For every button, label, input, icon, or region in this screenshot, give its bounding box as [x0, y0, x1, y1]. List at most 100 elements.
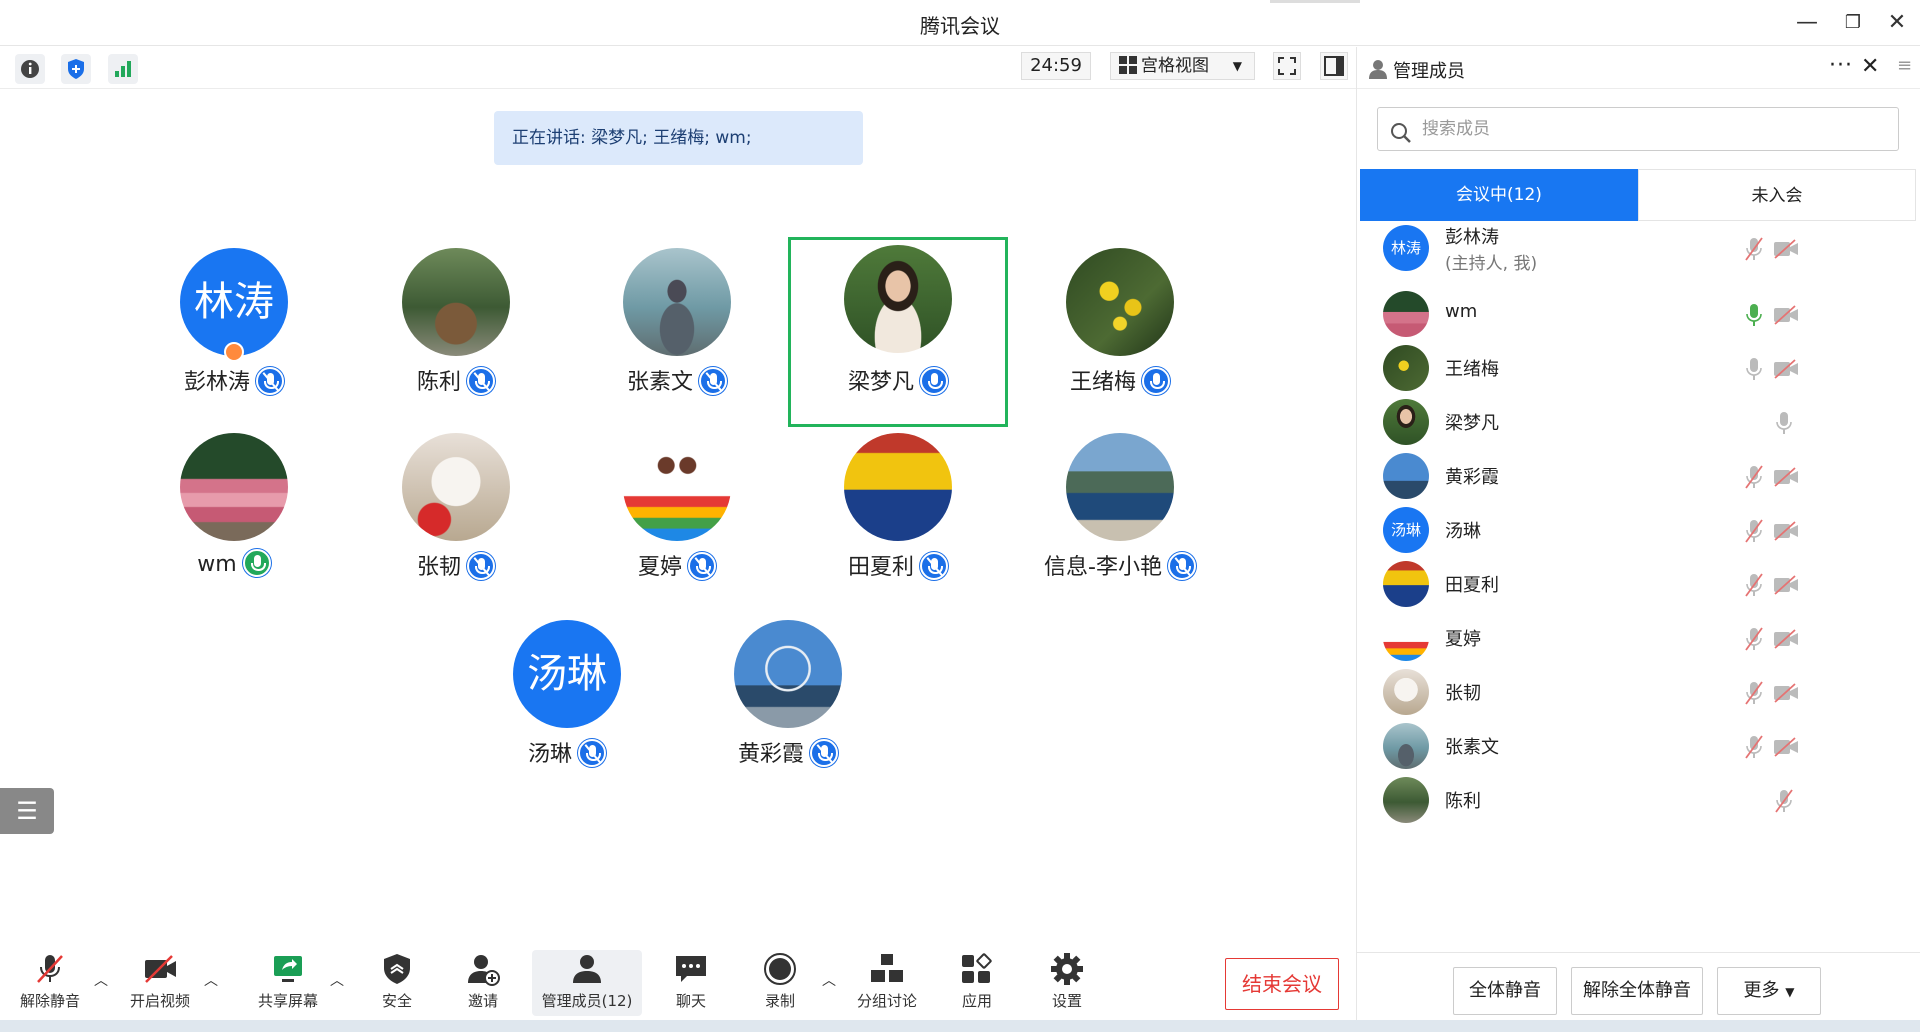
- view-mode-label: 宫格视图: [1141, 56, 1209, 76]
- avatar: [1066, 248, 1174, 356]
- share-screen-button[interactable]: 共享屏幕: [250, 952, 326, 1011]
- mic-muted-icon: [688, 552, 716, 580]
- panel-menu-icon[interactable]: ≡: [1897, 55, 1912, 76]
- chevron-down-icon: ▼: [1232, 59, 1242, 73]
- mic-muted-icon[interactable]: [1745, 681, 1763, 705]
- member-row[interactable]: 陈利: [1357, 767, 1917, 833]
- window-title: 腾讯会议: [920, 14, 1000, 38]
- mic-muted-icon[interactable]: [1745, 627, 1763, 651]
- video-off-icon[interactable]: [1773, 737, 1799, 757]
- participant-tile[interactable]: 张素文: [567, 240, 787, 430]
- video-off-icon[interactable]: [1773, 359, 1799, 379]
- close-icon[interactable]: ✕: [1884, 10, 1910, 36]
- participant-tile-active[interactable]: 梁梦凡: [788, 237, 1008, 427]
- manage-members-button[interactable]: 管理成员(12): [532, 952, 642, 1011]
- fullscreen-icon[interactable]: [1273, 52, 1301, 80]
- participant-tile[interactable]: 信息-李小艳: [1010, 425, 1230, 615]
- member-name: 张素文: [1445, 737, 1499, 758]
- mic-icon[interactable]: [1745, 303, 1763, 327]
- participant-tile[interactable]: 王绪梅: [1010, 240, 1230, 430]
- chat-button[interactable]: 聊天: [666, 952, 716, 1011]
- participant-tile[interactable]: 林涛 彭林涛: [124, 240, 344, 430]
- member-row[interactable]: 林涛 彭林涛 (主持人, 我): [1357, 215, 1917, 281]
- unmute-all-button[interactable]: 解除全体静音: [1571, 967, 1703, 1015]
- video-off-icon[interactable]: [1773, 305, 1799, 325]
- member-avatar: [1383, 561, 1429, 607]
- signal-icon[interactable]: [108, 54, 138, 84]
- participant-tile[interactable]: 张韧: [346, 425, 566, 615]
- mic-options-chevron-icon[interactable]: ︿: [94, 970, 108, 990]
- share-options-chevron-icon[interactable]: ︿: [330, 970, 344, 990]
- record-button[interactable]: 录制: [755, 952, 805, 1011]
- close-panel-icon[interactable]: ✕: [1861, 54, 1879, 79]
- participant-tile[interactable]: 黄彩霞: [678, 612, 898, 802]
- avatar: [402, 433, 510, 541]
- mic-active-icon: [920, 367, 948, 395]
- mic-muted-icon[interactable]: [1745, 735, 1763, 759]
- chevron-down-icon: ▼: [1785, 985, 1795, 999]
- member-avatar: [1383, 453, 1429, 499]
- more-icon[interactable]: ···: [1829, 53, 1853, 78]
- mic-muted-icon: [467, 367, 495, 395]
- members-panel: 管理成员 ··· ✕ ≡ 搜索成员 会议中(12) 未入会 林涛 彭林涛 (主持人,…: [1356, 47, 1920, 1032]
- invite-label: 邀请: [467, 992, 498, 1010]
- view-mode-dropdown[interactable]: 宫格视图 ▼: [1110, 52, 1255, 80]
- restore-icon[interactable]: ❐: [1840, 10, 1866, 36]
- mic-icon[interactable]: [1775, 411, 1793, 435]
- search-input[interactable]: 搜索成员: [1377, 107, 1899, 151]
- video-off-icon[interactable]: [1773, 629, 1799, 649]
- sidebar-toggle-icon[interactable]: [1320, 52, 1348, 80]
- participant-tile[interactable]: 夏婷: [567, 425, 787, 615]
- video-options-chevron-icon[interactable]: ︿: [204, 970, 218, 990]
- unmute-button[interactable]: 解除静音: [15, 952, 85, 1011]
- security-shield-icon[interactable]: [61, 54, 91, 84]
- avatar: [734, 620, 842, 728]
- members-icon: [1367, 58, 1389, 84]
- mic-icon[interactable]: [1745, 357, 1763, 381]
- security-label: 安全: [381, 992, 412, 1010]
- participant-tile[interactable]: 陈利: [346, 240, 566, 430]
- video-off-icon[interactable]: [1773, 683, 1799, 703]
- participant-tile[interactable]: wm: [124, 425, 344, 615]
- manage-members-label: 管理成员(12): [541, 992, 633, 1010]
- participant-list-icon[interactable]: ☰: [0, 788, 54, 834]
- breakout-button[interactable]: 分组讨论: [852, 952, 922, 1011]
- title-shadow: [1270, 0, 1360, 3]
- gear-icon: [1049, 952, 1085, 986]
- video-off-icon[interactable]: [1773, 239, 1799, 259]
- mic-muted-icon[interactable]: [1745, 573, 1763, 597]
- tab-in-meeting[interactable]: 会议中(12): [1360, 169, 1638, 221]
- info-icon[interactable]: [15, 54, 45, 84]
- mic-muted-icon[interactable]: [1745, 237, 1763, 261]
- security-button[interactable]: 安全: [372, 952, 422, 1011]
- settings-button[interactable]: 设置: [1042, 952, 1092, 1011]
- record-icon: [762, 952, 798, 986]
- member-avatar: [1383, 777, 1429, 823]
- video-off-icon: [142, 952, 178, 986]
- invite-button[interactable]: 邀请: [458, 952, 508, 1011]
- mute-all-button[interactable]: 全体静音: [1453, 967, 1557, 1015]
- more-dropdown-button[interactable]: 更多 ▼: [1717, 967, 1821, 1015]
- start-video-button[interactable]: 开启视频: [125, 952, 195, 1011]
- mic-muted-icon[interactable]: [1745, 519, 1763, 543]
- member-name: wm: [1445, 301, 1478, 322]
- participant-tile[interactable]: 汤琳 汤琳: [457, 612, 677, 802]
- participant-tile[interactable]: 田夏利: [788, 425, 1008, 615]
- mic-muted-icon[interactable]: [1745, 465, 1763, 489]
- host-icon: [224, 342, 244, 362]
- video-off-icon[interactable]: [1773, 467, 1799, 487]
- mic-muted-icon[interactable]: [1775, 789, 1793, 813]
- end-meeting-button[interactable]: 结束会议: [1225, 958, 1339, 1010]
- minimize-icon[interactable]: —: [1794, 10, 1820, 36]
- participant-name: 汤琳: [527, 742, 572, 767]
- video-off-icon[interactable]: [1773, 521, 1799, 541]
- apps-button[interactable]: 应用: [952, 952, 1002, 1011]
- member-avatar: [1383, 399, 1429, 445]
- record-options-chevron-icon[interactable]: ︿: [822, 970, 836, 990]
- tab-not-joined[interactable]: 未入会: [1638, 169, 1916, 221]
- apps-icon: [959, 952, 995, 986]
- participant-name: 梁梦凡: [847, 370, 914, 395]
- video-off-icon[interactable]: [1773, 575, 1799, 595]
- participant-name: 田夏利: [847, 555, 914, 580]
- mic-muted-icon: [699, 367, 727, 395]
